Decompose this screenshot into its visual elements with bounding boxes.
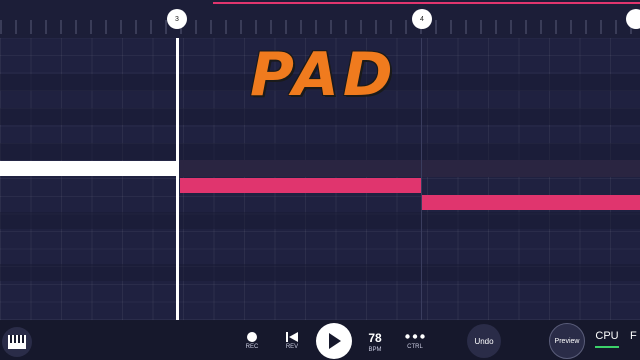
overlay-title: PAD xyxy=(250,40,397,110)
note-selected[interactable] xyxy=(0,161,176,176)
piano-icon xyxy=(8,335,26,349)
grid-row-dark xyxy=(0,212,640,229)
bar-line xyxy=(421,38,422,320)
grid-row-dark xyxy=(0,264,640,281)
ctrl-button[interactable]: CTRL xyxy=(403,334,427,350)
bpm-label: BPM xyxy=(368,347,382,353)
cpu-label: CPU xyxy=(595,330,619,342)
grid-row-dark xyxy=(0,108,640,125)
undo-button[interactable]: Undo xyxy=(467,324,501,358)
loop-range-bar xyxy=(213,2,640,4)
bpm-value: 78 xyxy=(368,331,382,345)
bar-marker-3[interactable]: 3 xyxy=(167,9,187,29)
note[interactable] xyxy=(180,178,421,193)
preview-button[interactable]: Preview xyxy=(549,323,585,359)
bpm-control[interactable]: 78 BPM xyxy=(364,331,386,353)
playhead[interactable] xyxy=(176,38,179,320)
f-label[interactable]: F xyxy=(630,330,637,342)
cpu-usage-bar xyxy=(595,346,619,348)
bottom-toolbar: REC REV 78 BPM CTRL Undo Preview CPU F xyxy=(0,320,640,360)
play-button[interactable] xyxy=(316,323,352,359)
rewind-icon xyxy=(286,332,298,342)
timeline-ruler[interactable]: 3 4 xyxy=(0,0,640,38)
piano-button[interactable] xyxy=(2,327,32,357)
record-icon xyxy=(247,332,257,342)
cpu-meter[interactable]: CPU xyxy=(593,330,621,348)
timeline-ticks xyxy=(0,20,640,34)
bar-marker-next[interactable] xyxy=(626,9,640,29)
play-icon xyxy=(329,333,341,349)
rec-label: REC xyxy=(245,344,259,350)
grid-row-dark xyxy=(0,143,640,160)
rec-button[interactable]: REC xyxy=(244,332,260,350)
rev-label: REV xyxy=(285,344,299,350)
bar-marker-4[interactable]: 4 xyxy=(412,9,432,29)
more-dots-icon xyxy=(405,334,425,339)
note[interactable] xyxy=(422,195,640,210)
grid-row-highlight xyxy=(180,160,640,177)
rev-button[interactable]: REV xyxy=(284,332,300,350)
ctrl-label: CTRL xyxy=(407,344,423,350)
